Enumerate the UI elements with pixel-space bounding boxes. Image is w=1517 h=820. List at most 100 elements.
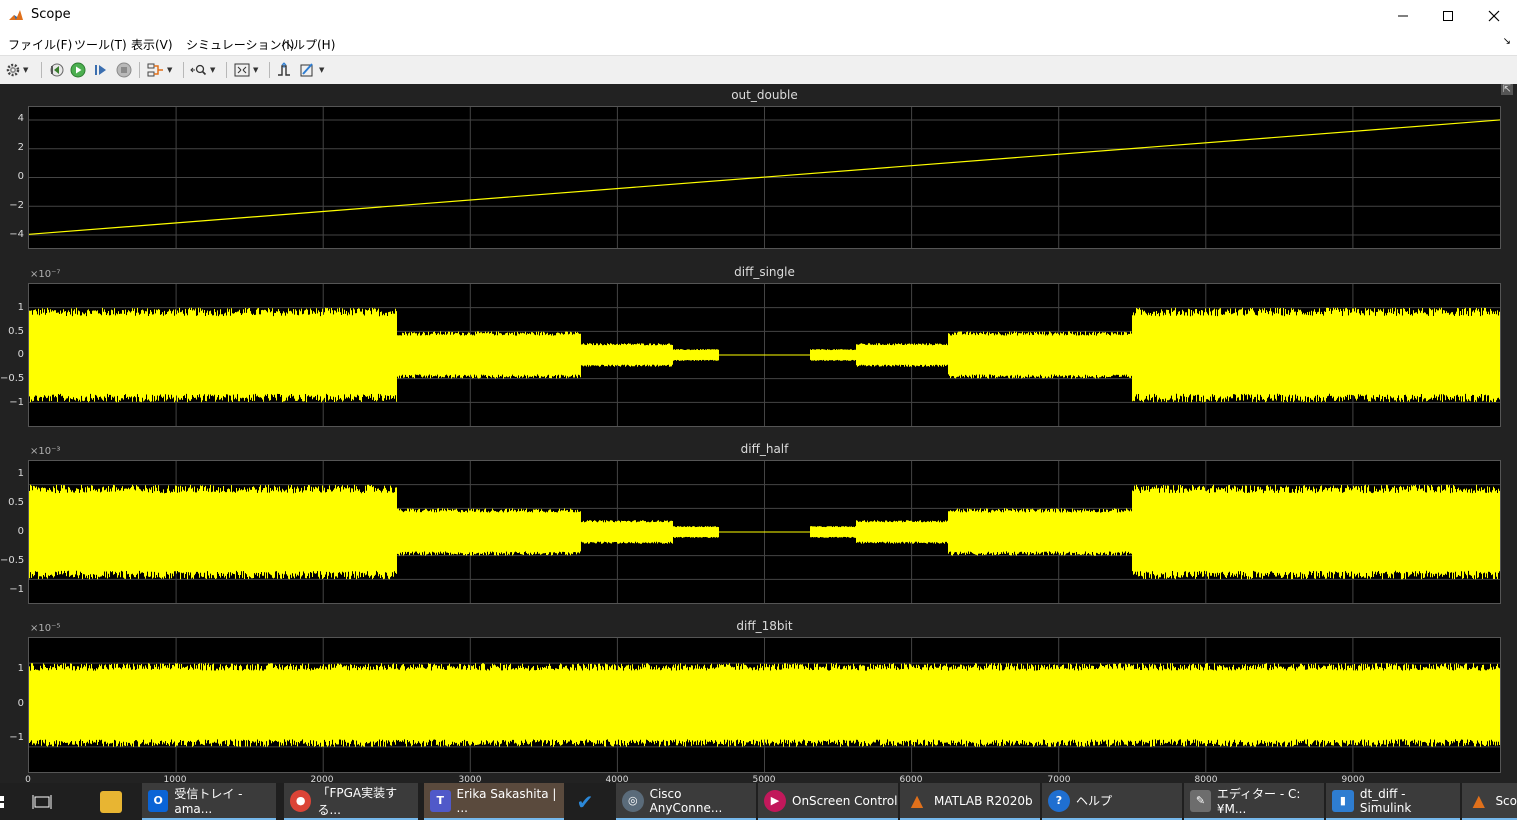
y-tick-label: −1 — [9, 584, 24, 595]
undock-arrow-icon[interactable]: ↘ — [1503, 36, 1511, 47]
taskbar-item-teams[interactable]: T Erika Sakashita | ... — [424, 783, 564, 820]
zoom-button[interactable]: ▼ — [190, 61, 215, 79]
y-tick-label: −2 — [9, 200, 24, 211]
close-icon[interactable] — [1471, 0, 1517, 31]
plot-canvas — [29, 284, 1500, 426]
axes-diff-half[interactable] — [28, 460, 1501, 604]
taskbar-item-label: Cisco AnyConne... — [649, 786, 723, 815]
scope-window: Scope ファイル(F) ツール(T) 表示(V) シミュレーション(I) ヘ… — [0, 0, 1517, 785]
taskbar-item-label: ヘルプ — [1076, 794, 1113, 808]
taskbar-item-explorer[interactable] — [100, 783, 132, 820]
taskbar-item-chrome[interactable]: ● 「FPGA実装する... — [284, 783, 418, 820]
toolbar-divider — [41, 62, 42, 78]
axes-diff-18bit[interactable] — [28, 637, 1501, 773]
series-segment — [1132, 307, 1500, 403]
window-title: Scope — [31, 7, 71, 22]
taskbar-item-editor[interactable]: ✎ エディター - C:¥M... — [1184, 783, 1324, 820]
scope-icon: ▲ — [1472, 791, 1485, 810]
taskbar-item-help[interactable]: ? ヘルプ — [1042, 783, 1182, 820]
toolbar: ▼ ▼ ▼ ▼ ▼ — [0, 55, 1517, 85]
menu-tools[interactable]: ツール(T) — [74, 36, 127, 53]
series-segment — [856, 343, 949, 367]
y-tick-label: −0.5 — [0, 373, 25, 384]
taskbar-item-label: dt_diff - Simulink — [1359, 786, 1412, 815]
taskbar-item-matlab[interactable]: ▲ MATLAB R2020b — [900, 783, 1040, 820]
series-segment — [810, 349, 857, 361]
y-tick-label: 0 — [17, 526, 24, 537]
taskbar-item-label: OnScreen Control — [792, 793, 898, 808]
matlab-icon: ▲ — [910, 791, 924, 810]
run-button[interactable] — [70, 61, 86, 79]
cursor-measurements-button[interactable]: ▼ — [299, 61, 324, 79]
toolbar-divider — [139, 62, 140, 78]
y-tick-label: −0.5 — [0, 555, 25, 566]
undock-plot-icon[interactable]: ⇱ — [1500, 84, 1513, 95]
menu-view[interactable]: 表示(V) — [131, 36, 173, 53]
toolbar-divider — [269, 62, 270, 78]
autoscale-icon — [234, 63, 250, 77]
taskbar-item-label: 受信トレイ - ama... — [174, 787, 243, 816]
series-segment — [396, 508, 581, 556]
taskbar-item-outlook[interactable]: O 受信トレイ - ama... — [142, 783, 276, 820]
plot-canvas — [29, 461, 1500, 603]
y-tick-label: 1 — [17, 302, 24, 313]
autoscale-button[interactable]: ▼ — [233, 61, 258, 79]
toolbar-divider — [226, 62, 227, 78]
y-tick-label: −1 — [9, 397, 24, 408]
y-tick-label: 0 — [17, 171, 24, 182]
axes-out-double[interactable] — [28, 106, 1501, 249]
menu-bar: ファイル(F) ツール(T) 表示(V) シミュレーション(I) ヘルプ(H) … — [0, 31, 1517, 55]
plot-title: out_double — [731, 88, 798, 102]
file-explorer-icon — [100, 790, 122, 813]
series-segment — [948, 331, 1133, 379]
step-forward-button[interactable] — [93, 61, 109, 79]
taskbar-item-simulink[interactable]: ▮ dt_diff - Simulink — [1326, 783, 1460, 820]
highlight-signal-button[interactable]: ▼ — [147, 61, 172, 79]
task-view-button[interactable] — [32, 783, 60, 820]
title-bar: Scope — [0, 0, 1517, 31]
y-tick-label: 1 — [17, 663, 24, 674]
taskbar: O 受信トレイ - ama... ● 「FPGA実装する... T Erika … — [0, 783, 1517, 820]
axes-diff-single[interactable] — [28, 283, 1501, 427]
y-tick-label: 1 — [17, 468, 24, 479]
task-view-icon — [32, 794, 52, 809]
minimize-icon[interactable] — [1380, 0, 1426, 31]
cisco-anyconnect-icon: ◎ — [622, 789, 644, 812]
series-segment — [580, 343, 673, 367]
settings-gear-icon — [6, 63, 20, 77]
plot-title: diff_half — [740, 442, 789, 456]
menu-file[interactable]: ファイル(F) — [8, 36, 72, 53]
taskbar-item-label: Erika Sakashita | ... — [456, 786, 557, 815]
menu-simulation[interactable]: シミュレーション(I) — [186, 36, 294, 53]
taskbar-item-label: 「FPGA実装する... — [317, 785, 398, 817]
triggers-icon — [278, 62, 290, 76]
windows-start-icon — [0, 795, 4, 808]
taskbar-item-scope[interactable]: ▲ Sco — [1462, 783, 1517, 820]
stop-button[interactable] — [116, 61, 132, 79]
onscreen-control-icon: ▶ — [764, 789, 786, 812]
series-segment — [396, 331, 581, 379]
y-tick-label: 0.5 — [8, 326, 24, 337]
step-back-button[interactable] — [48, 61, 64, 79]
triggers-button[interactable] — [276, 61, 292, 79]
taskbar-item-label: Sco — [1495, 793, 1517, 808]
cursor-measurements-icon — [300, 63, 313, 77]
y-tick-label: 0 — [17, 349, 24, 360]
taskbar-item-label: エディター - C:¥M... — [1216, 787, 1301, 816]
maximize-icon[interactable] — [1425, 0, 1471, 31]
taskbar-item-label: MATLAB R2020b — [934, 793, 1033, 808]
taskbar-item-cisco[interactable]: ◎ Cisco AnyConne... — [616, 783, 756, 820]
plot-area: ⇱ out_double 4 2 0 −2 −4 ×10⁻⁷ diff_sing… — [0, 84, 1517, 785]
series-segment — [1132, 484, 1500, 580]
plot-canvas — [29, 638, 1500, 772]
taskbar-item-onscreen-control[interactable]: ▶ OnScreen Control — [758, 783, 898, 820]
taskbar-item-todo[interactable]: ✔ — [574, 783, 606, 820]
start-button[interactable] — [0, 783, 12, 820]
plot-title: diff_18bit — [736, 619, 793, 633]
outlook-icon: O — [148, 789, 169, 812]
editor-icon: ✎ — [1190, 789, 1211, 812]
series-segment — [29, 307, 397, 403]
y-tick-label: 0 — [17, 698, 24, 709]
settings-gear-button[interactable]: ▼ — [5, 61, 28, 79]
menu-help[interactable]: ヘルプ(H) — [281, 36, 335, 53]
